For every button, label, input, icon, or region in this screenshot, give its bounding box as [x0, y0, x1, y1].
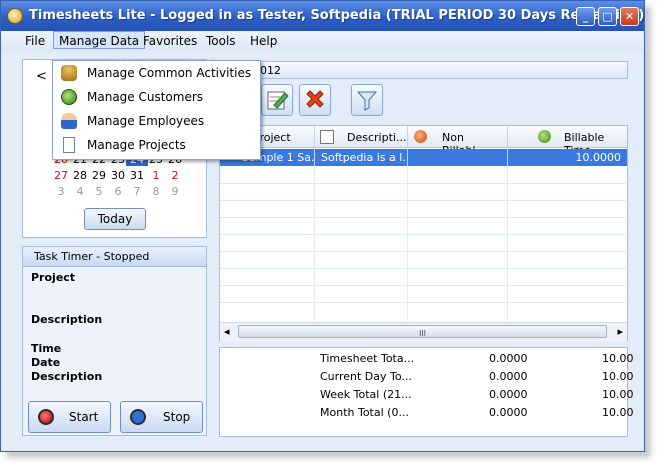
grid-line	[220, 200, 626, 201]
date-header-text: 012	[260, 64, 281, 77]
totals-row: Month Total (0... 0.0000 10.00	[220, 406, 634, 426]
grid-line	[220, 183, 626, 184]
minimize-button[interactable]: _	[576, 7, 595, 26]
grid-line	[220, 234, 626, 235]
date-header: 012	[219, 61, 628, 79]
col-header-non-billable[interactable]: Non Billabl...	[408, 126, 508, 157]
timesheet-grid: Project Descripti... Non Billabl... Bill…	[219, 125, 628, 341]
totals-row: Week Total (21... 0.0000 10.00	[220, 388, 634, 408]
billable-icon	[538, 130, 551, 143]
start-button-label: Start	[69, 410, 99, 424]
app-window: Timesheets Lite - Logged in as Tester, S…	[0, 0, 645, 452]
scroll-left-arrow[interactable]: ◂	[224, 325, 230, 338]
menu-tools[interactable]: Tools	[206, 34, 236, 48]
record-icon	[38, 409, 54, 425]
date-label: Date	[31, 356, 61, 369]
timer-description-label: Description	[31, 370, 103, 383]
non-billable-icon	[414, 130, 427, 143]
totals-billable: 10.00	[602, 352, 634, 365]
menu-item-manage-customers[interactable]: Manage Customers	[53, 86, 260, 108]
totals-row: Timesheet Tota... 0.0000 10.00	[220, 352, 634, 372]
time-label: Time	[31, 342, 62, 355]
grid-line	[220, 285, 626, 286]
table-row[interactable]: Sample 1 Sa... Softpedia is a l... 10.00…	[220, 149, 627, 166]
grid-column-divider	[314, 166, 315, 321]
totals-row: Current Day To... 0.0000 10.00	[220, 370, 634, 390]
menu-help[interactable]: Help	[250, 34, 277, 48]
filter-icon	[356, 91, 378, 111]
calendar-day[interactable]: 2	[164, 169, 186, 182]
maximize-button[interactable]: □	[598, 7, 617, 26]
grid-line	[220, 217, 626, 218]
employees-icon	[61, 113, 77, 129]
menu-bar: File Manage Data Favorites Tools Help	[1, 31, 644, 51]
start-button[interactable]: Start	[28, 401, 111, 433]
menu-item-label: Manage Projects	[87, 138, 186, 152]
filter-button[interactable]	[351, 84, 383, 116]
menu-favorites[interactable]: Favorites	[143, 34, 197, 48]
task-timer-panel: Task Timer - Stopped Project Description…	[22, 246, 207, 436]
totals-non-billable: 0.0000	[489, 406, 528, 419]
cell-billable: 10.0000	[575, 151, 622, 164]
grid-column-divider	[407, 166, 408, 321]
description-label: Description	[31, 313, 103, 326]
delete-icon	[306, 90, 324, 108]
totals-non-billable: 0.0000	[489, 370, 528, 383]
delete-entry-button[interactable]	[299, 84, 331, 116]
stop-button[interactable]: Stop	[120, 401, 203, 433]
menu-manage-data[interactable]: Manage Data	[53, 31, 146, 49]
menu-item-manage-projects[interactable]: Manage Projects	[53, 134, 260, 156]
stop-icon	[130, 409, 146, 425]
calendar-week-row: 27 28 29 30 31 1 2	[23, 169, 213, 185]
edit-icon	[267, 91, 289, 110]
window-title: Timesheets Lite - Logged in as Tester, S…	[29, 8, 645, 23]
title-bar[interactable]: Timesheets Lite - Logged in as Tester, S…	[1, 1, 644, 31]
col-header-description[interactable]: Descripti...	[315, 126, 408, 148]
edit-entry-button[interactable]	[261, 84, 293, 116]
stop-button-label: Stop	[163, 410, 191, 424]
cell-description: Softpedia is a l...	[315, 149, 408, 166]
scroll-grip: III	[418, 329, 427, 338]
cell-non-billable	[408, 149, 508, 166]
activities-icon	[61, 65, 77, 81]
menu-item-label: Manage Customers	[87, 90, 204, 104]
calendar-week-row: 3 4 5 6 7 8 9	[23, 185, 213, 201]
grid-line	[220, 251, 626, 252]
totals-label: Timesheet Tota...	[320, 352, 415, 365]
menu-item-label: Manage Common Activities	[87, 66, 252, 80]
horizontal-scrollbar[interactable]: ◂ III ▸	[220, 322, 627, 341]
menu-item-label: Manage Employees	[87, 114, 205, 128]
totals-billable: 10.00	[602, 406, 634, 419]
totals-label: Current Day To...	[320, 370, 412, 383]
grid-line	[220, 268, 626, 269]
manage-data-dropdown: Manage Common Activities Manage Customer…	[52, 60, 261, 160]
calendar-prev-button[interactable]: <	[36, 69, 47, 84]
totals-non-billable: 0.0000	[489, 388, 528, 401]
totals-panel: Timesheet Tota... 0.0000 10.00 Current D…	[219, 347, 634, 437]
col-header-billable[interactable]: Billable Time	[508, 126, 627, 157]
timer-status: Task Timer - Stopped	[34, 250, 150, 263]
scroll-right-arrow[interactable]: ▸	[617, 325, 623, 338]
projects-icon	[63, 137, 75, 153]
scroll-thumb[interactable]: III	[238, 325, 607, 338]
col-header-description-label: Descripti...	[347, 131, 407, 144]
customers-icon	[61, 89, 77, 105]
totals-billable: 10.00	[602, 370, 634, 383]
grid-column-divider	[507, 166, 508, 321]
grid-line	[220, 302, 626, 303]
menu-file[interactable]: File	[25, 34, 45, 48]
totals-label: Week Total (21...	[320, 388, 412, 401]
timer-header: Task Timer - Stopped	[23, 247, 206, 267]
today-button[interactable]: Today	[84, 208, 146, 230]
totals-label: Month Total (0...	[320, 406, 409, 419]
totals-non-billable: 0.0000	[489, 352, 528, 365]
app-clock-icon	[7, 8, 23, 24]
project-label: Project	[31, 271, 76, 284]
menu-item-manage-employees[interactable]: Manage Employees	[53, 110, 260, 132]
description-column-icon	[320, 130, 334, 144]
menu-item-manage-common-activities[interactable]: Manage Common Activities	[53, 62, 260, 84]
close-button[interactable]: ✕	[620, 7, 639, 26]
calendar-day[interactable]: 9	[164, 185, 186, 198]
totals-billable: 10.00	[602, 388, 634, 401]
